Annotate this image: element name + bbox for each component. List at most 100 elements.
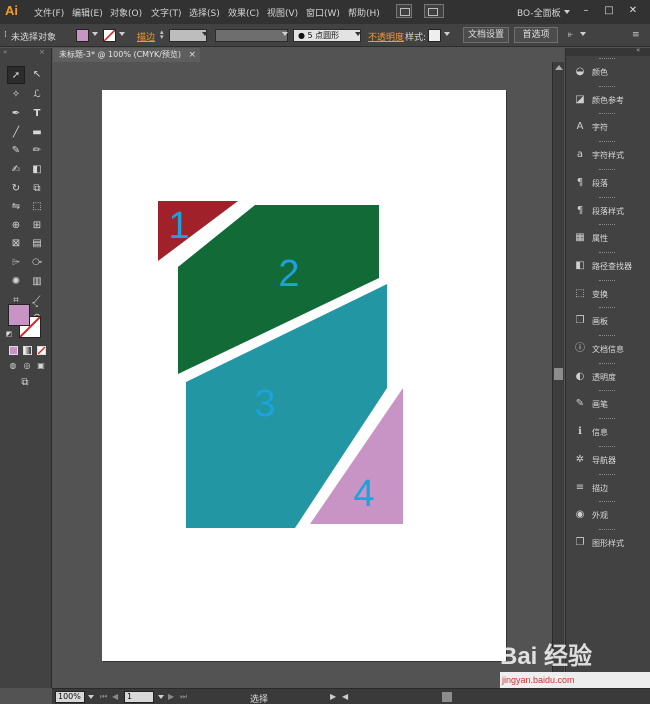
default-colors-icon[interactable]: ◩ <box>4 329 14 339</box>
zoom-field[interactable]: 100% <box>55 691 85 703</box>
panel-grip[interactable] <box>599 251 615 254</box>
lasso-tool-icon[interactable]: ℒ <box>28 86 46 104</box>
screen-mode-icon[interactable]: ⧉ <box>16 376 34 390</box>
chevron-down-icon[interactable] <box>158 695 164 699</box>
panel-grip[interactable] <box>599 279 615 282</box>
panel-grip[interactable] <box>599 168 615 171</box>
graphic-style-swatch[interactable] <box>428 29 441 42</box>
minimize-button[interactable]: – <box>578 3 594 19</box>
scroll-down-icon[interactable] <box>555 676 563 681</box>
panel-button[interactable]: ◉ 外观 <box>570 504 649 526</box>
first-artboard-icon[interactable]: ⏮ <box>100 692 107 702</box>
panel-button[interactable]: ℹ 信息 <box>570 421 649 443</box>
close-button[interactable]: ✕ <box>625 3 641 19</box>
free-transform-tool-icon[interactable]: ⬚ <box>28 198 46 216</box>
scroll-up-icon[interactable] <box>555 65 563 70</box>
bridge-icon[interactable] <box>396 4 412 18</box>
none-mode-icon[interactable] <box>37 346 46 355</box>
chevron-down-icon[interactable] <box>202 32 208 36</box>
fill-swatch[interactable] <box>76 29 89 42</box>
paintbrush-tool-icon[interactable]: ✎ <box>7 142 25 160</box>
panel-grip[interactable] <box>599 501 615 503</box>
panel-button[interactable]: ◐ 透明度 <box>570 366 649 388</box>
rectangle-tool-icon[interactable]: ▬ <box>28 124 46 142</box>
stroke-label[interactable]: 描边 <box>137 30 155 43</box>
panel-grip[interactable] <box>599 418 615 420</box>
line-tool-icon[interactable]: ╱ <box>7 124 25 142</box>
arrange-documents-icon[interactable] <box>424 4 444 18</box>
workspace-switcher[interactable]: BO-全面板 <box>517 6 561 19</box>
variable-width-profile[interactable] <box>215 29 288 42</box>
menu-type[interactable]: 文字(T) <box>151 6 182 19</box>
panel-grip[interactable] <box>599 196 615 199</box>
panel-grip[interactable] <box>599 445 615 448</box>
draw-normal-icon[interactable]: ◍ <box>7 360 19 372</box>
horizontal-scroll-thumb[interactable] <box>442 692 452 702</box>
chevron-down-icon[interactable] <box>92 32 98 36</box>
draw-behind-icon[interactable]: ◎ <box>21 360 33 372</box>
next-artboard-icon[interactable]: ▶ <box>168 692 174 701</box>
pen-tool-icon[interactable]: ✒ <box>7 105 25 123</box>
eraser-tool-icon[interactable]: ◧ <box>28 161 46 179</box>
panel-button[interactable]: ⬚ 变换 <box>570 283 649 305</box>
collapse-icon[interactable]: « <box>3 48 7 56</box>
menu-window[interactable]: 窗口(W) <box>306 6 340 19</box>
chevron-down-icon[interactable] <box>88 695 94 699</box>
type-tool-icon[interactable]: T <box>28 105 46 123</box>
panel-button[interactable]: ≡ 描边 <box>570 477 649 499</box>
panel-button[interactable]: ✎ 画笔 <box>570 393 649 415</box>
stroke-swatch[interactable] <box>103 29 116 42</box>
chevron-down-icon[interactable] <box>444 32 450 36</box>
opacity-label[interactable]: 不透明度 <box>368 30 404 43</box>
panel-menu-icon[interactable]: ≡ <box>632 30 640 40</box>
last-artboard-icon[interactable]: ⏭ <box>180 692 187 702</box>
menu-select[interactable]: 选择(S) <box>189 6 220 19</box>
close-icon[interactable]: × <box>39 48 45 56</box>
scale-tool-icon[interactable]: ⧉ <box>28 180 46 198</box>
status-menu-icon[interactable]: ▶ <box>330 692 336 701</box>
fill-color-front[interactable] <box>8 304 30 326</box>
column-graph-tool-icon[interactable]: ▥ <box>28 273 46 291</box>
artboard-number-field[interactable]: 1 <box>124 691 154 703</box>
brush-definition-field[interactable]: ● 5 点圆形 <box>293 29 361 42</box>
color-mode-icon[interactable] <box>9 346 18 355</box>
expand-panels-icon[interactable]: « <box>636 46 640 54</box>
preferences-button[interactable]: 首选项 <box>514 27 558 43</box>
align-icon[interactable]: ⫦ <box>568 30 573 40</box>
artboard[interactable]: 1 2 3 4 <box>102 90 506 661</box>
panel-grip[interactable] <box>599 390 615 392</box>
rotate-tool-icon[interactable]: ↻ <box>7 180 25 198</box>
gradient-mode-icon[interactable] <box>23 346 32 355</box>
chevron-down-icon[interactable] <box>355 32 361 36</box>
panel-grip[interactable] <box>599 335 615 337</box>
canvas-area[interactable]: 1 2 3 4 <box>53 62 552 688</box>
previous-artboard-icon[interactable]: ◀ <box>112 692 118 701</box>
panel-grip[interactable] <box>599 362 615 365</box>
panel-grip[interactable] <box>599 224 615 226</box>
vertical-scrollbar[interactable] <box>552 62 564 688</box>
chevron-down-icon[interactable] <box>119 32 125 36</box>
pencil-tool-icon[interactable]: ✏ <box>28 142 46 160</box>
chevron-down-icon[interactable] <box>282 32 288 36</box>
panel-grip[interactable] <box>599 85 615 88</box>
symbol-sprayer-tool-icon[interactable]: ✺ <box>7 273 25 291</box>
panel-button[interactable]: ◪ 颜色参考 <box>570 89 649 111</box>
panel-button[interactable]: ¶ 段落样式 <box>570 200 649 222</box>
document-setup-button[interactable]: 文档设置 <box>463 27 509 43</box>
chevron-down-icon[interactable] <box>564 10 570 14</box>
eyedropper-tool-icon[interactable]: ⌲ <box>7 254 25 272</box>
menu-help[interactable]: 帮助(H) <box>348 6 380 19</box>
panel-button[interactable]: ✲ 导航器 <box>570 449 649 471</box>
panel-grip[interactable] <box>599 141 615 143</box>
chevron-down-icon[interactable] <box>580 32 586 36</box>
scroll-left-icon[interactable]: ◀ <box>342 692 348 701</box>
panel-grip[interactable] <box>599 473 615 476</box>
swap-colors-icon[interactable]: ⤡ <box>30 300 40 310</box>
panel-button[interactable]: A 字符 <box>570 116 649 138</box>
gradient-tool-icon[interactable]: ▤ <box>28 235 46 253</box>
panel-button[interactable]: ◒ 颜色 <box>570 61 649 83</box>
width-tool-icon[interactable]: ⇋ <box>7 198 25 216</box>
menu-edit[interactable]: 编辑(E) <box>72 6 103 19</box>
menu-view[interactable]: 视图(V) <box>267 6 298 19</box>
panel-grip[interactable] <box>599 113 615 115</box>
